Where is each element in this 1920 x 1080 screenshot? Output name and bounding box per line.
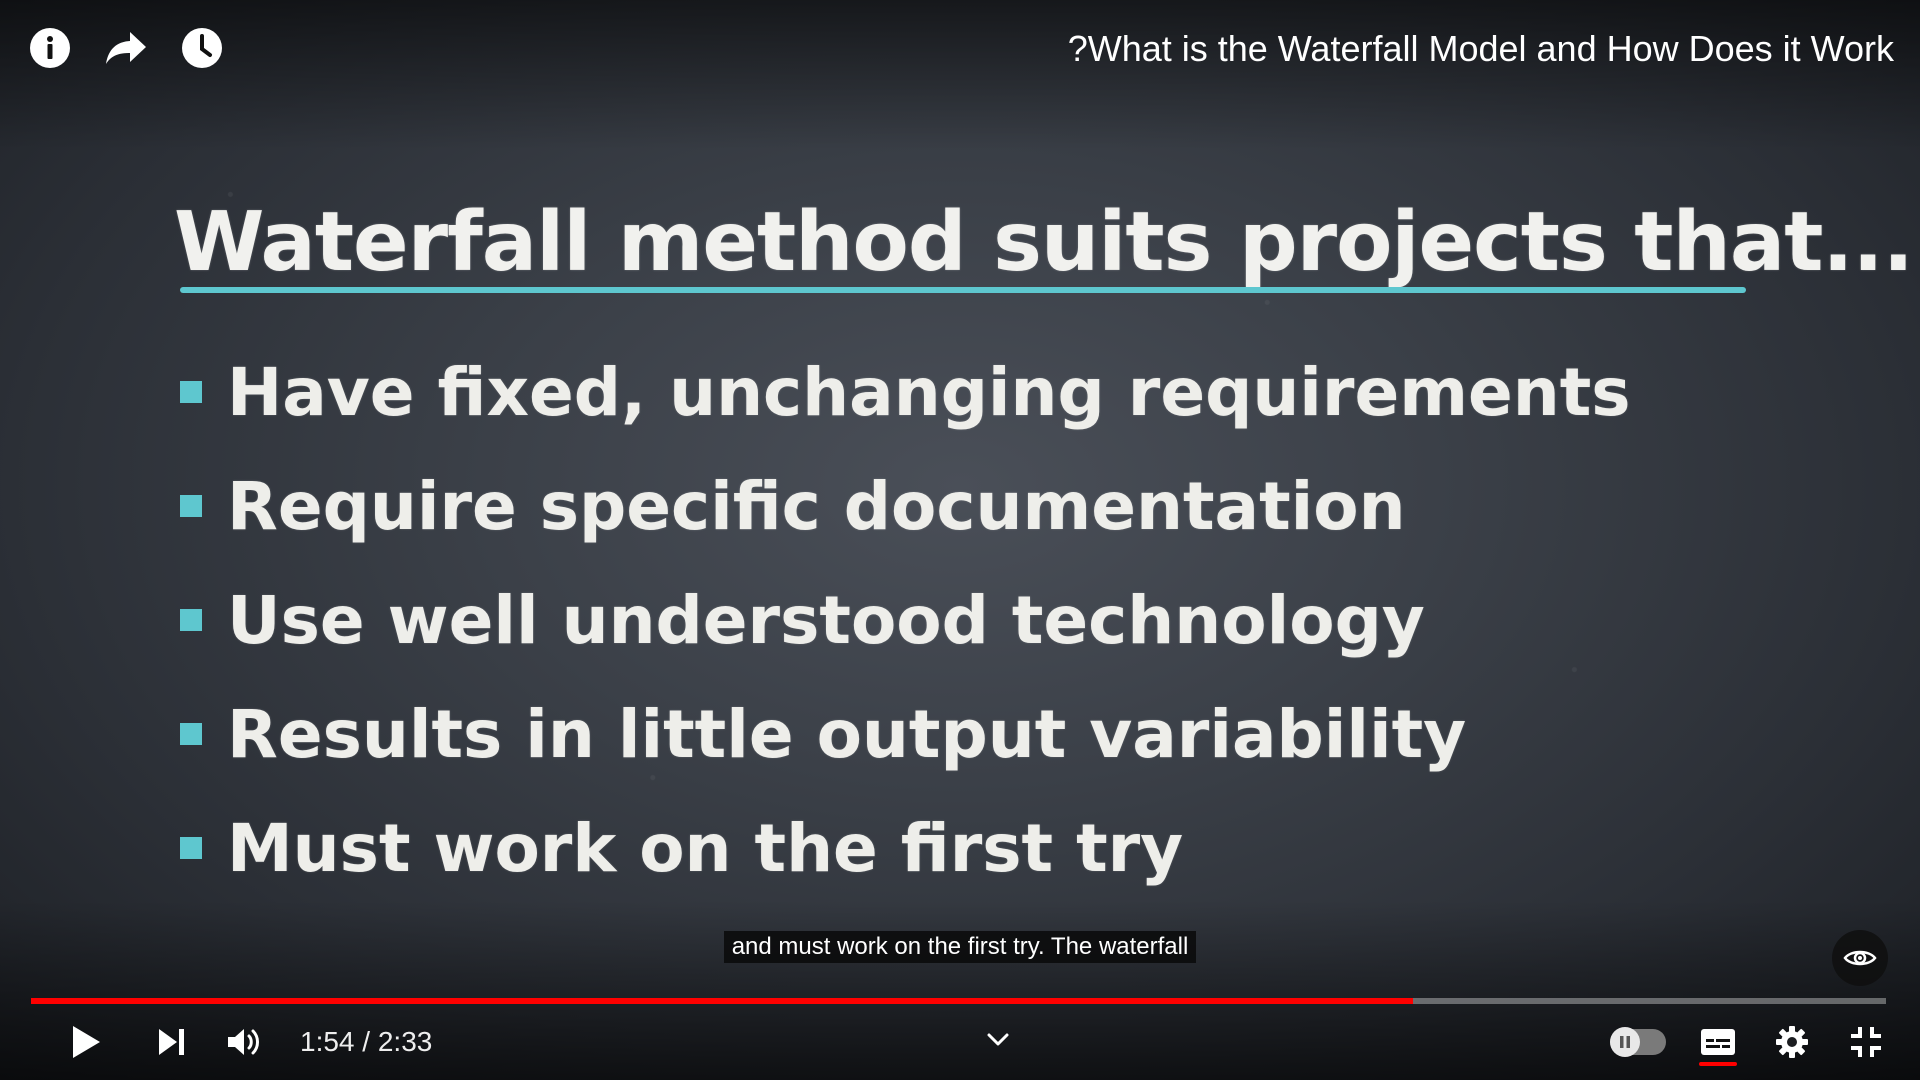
video-title[interactable]: ?What is the Waterfall Model and How Doe… — [1068, 26, 1894, 72]
play-button[interactable] — [58, 1016, 114, 1068]
time-display: 1:54 / 2:33 — [300, 1026, 432, 1058]
volume-button[interactable] — [216, 1016, 272, 1068]
time-separator: / — [354, 1026, 378, 1057]
bullet-text: Use well understood technology — [227, 581, 1425, 659]
slide-bullet-list: Have fixed, unchanging requirements Requ… — [180, 335, 1631, 905]
chevron-down-icon[interactable] — [976, 1024, 1020, 1056]
controls-left: 1:54 / 2:33 — [58, 1016, 432, 1068]
settings-icon — [1776, 1026, 1808, 1058]
bullet-marker — [180, 723, 202, 745]
duration: 2:33 — [377, 1026, 433, 1057]
eye-icon[interactable] — [1832, 930, 1888, 986]
exit-fullscreen-icon — [1851, 1027, 1881, 1057]
watch-later-icon[interactable] — [180, 26, 224, 70]
exit-fullscreen-button[interactable] — [1838, 1016, 1894, 1068]
play-icon — [73, 1026, 100, 1058]
subtitles-icon — [1701, 1029, 1735, 1055]
controls-right — [1610, 1016, 1894, 1068]
volume-icon — [228, 1029, 259, 1055]
bullet-text: Require specific documentation — [227, 467, 1406, 545]
info-icon[interactable] — [28, 26, 72, 70]
caption-text: and must work on the first try. The wate… — [723, 931, 1197, 963]
next-icon — [159, 1029, 184, 1055]
bullet-text: Must work on the first try — [227, 809, 1184, 887]
top-gradient — [0, 0, 1920, 150]
settings-button[interactable] — [1764, 1016, 1820, 1068]
share-icon[interactable] — [104, 26, 148, 70]
slide-bullet: Require specific documentation — [180, 449, 1631, 563]
slide-bullet: Must work on the first try — [180, 791, 1631, 905]
bullet-marker — [180, 837, 202, 859]
slide-bullet: Use well understood technology — [180, 563, 1631, 677]
slide-bullet: Have fixed, unchanging requirements — [180, 335, 1631, 449]
bullet-text: Results in little output variability — [227, 695, 1467, 773]
bullet-marker — [180, 381, 202, 403]
slide-heading: Waterfall method suits projects that... — [174, 195, 1914, 290]
pause-icon — [1610, 1027, 1640, 1057]
heading-underline — [180, 287, 1746, 293]
bullet-marker — [180, 495, 202, 517]
progress-played — [31, 998, 1413, 1004]
subtitles-button[interactable] — [1690, 1016, 1746, 1068]
next-button[interactable] — [144, 1016, 200, 1068]
caption-area: and must work on the first try. The wate… — [0, 931, 1920, 963]
progress-bar[interactable] — [31, 998, 1886, 1004]
current-time: 1:54 — [300, 1026, 355, 1057]
bullet-text: Have fixed, unchanging requirements — [227, 353, 1631, 431]
autoplay-toggle[interactable] — [1610, 1027, 1666, 1057]
video-player[interactable]: Waterfall method suits projects that... … — [0, 0, 1920, 1080]
bullet-marker — [180, 609, 202, 631]
top-actions — [28, 26, 224, 70]
subtitles-active-indicator — [1699, 1062, 1737, 1066]
slide-bullet: Results in little output variability — [180, 677, 1631, 791]
